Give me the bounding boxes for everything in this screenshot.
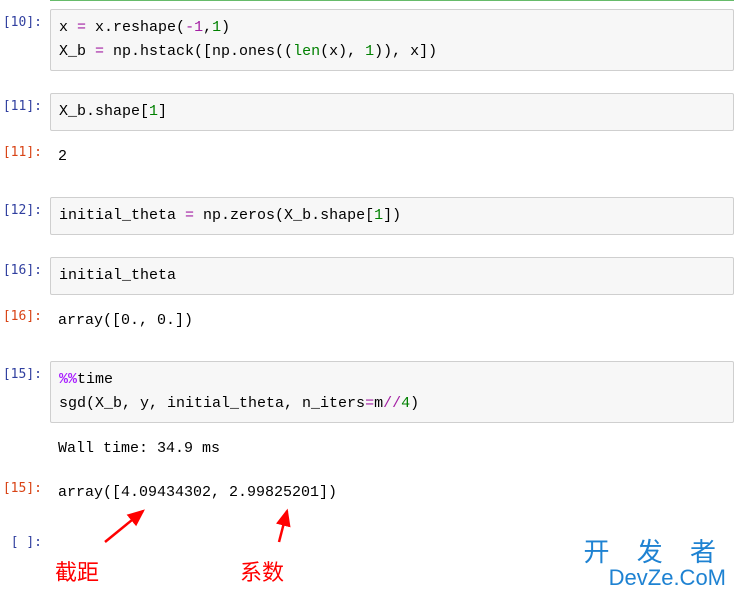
code-input-11[interactable]: X_b.shape[1] (50, 93, 734, 131)
code-input-16[interactable]: initial_theta (50, 257, 734, 295)
code-cell-10: [10]: x = x.reshape(-1,1) X_b = np.hstac… (0, 5, 734, 75)
annotation-coef: 系数 (240, 555, 284, 587)
annotation-intercept: 截距 (55, 555, 99, 587)
output-cell-16: [16]: array([0., 0.]) (0, 299, 734, 343)
code-input-12[interactable]: initial_theta = np.zeros(X_b.shape[1]) (50, 197, 734, 235)
in-prompt-11: [11]: (0, 93, 50, 114)
out-prompt-15: [15]: (0, 475, 50, 496)
in-prompt-15: [15]: (0, 361, 50, 382)
code-cell-16: [16]: initial_theta (0, 253, 734, 299)
wall-time-15: Wall time: 34.9 ms (50, 431, 734, 467)
annotation-layer: 截距 系数 [ ]: 开 发 者 DevZe.CoM (0, 515, 734, 595)
in-prompt-empty: [ ]: (0, 529, 50, 550)
in-prompt-16: [16]: (0, 257, 50, 278)
output-text-16: array([0., 0.]) (50, 303, 734, 339)
code-cell-12: [12]: initial_theta = np.zeros(X_b.shape… (0, 193, 734, 239)
watermark-en: DevZe.CoM (584, 566, 726, 589)
out-prompt-16: [16]: (0, 303, 50, 324)
output-text-15: array([4.09434302, 2.99825201]) (50, 475, 734, 511)
output-text-11: 2 (50, 139, 734, 175)
out-prompt-11: [11]: (0, 139, 50, 160)
code-input-15[interactable]: %%time sgd(X_b, y, initial_theta, n_iter… (50, 361, 734, 423)
in-prompt-12: [12]: (0, 197, 50, 218)
stdout-cell-15: Wall time: 34.9 ms (0, 427, 734, 471)
code-cell-15: [15]: %%time sgd(X_b, y, initial_theta, … (0, 357, 734, 427)
in-prompt-10: [10]: (0, 9, 50, 30)
code-cell-11: [11]: X_b.shape[1] (0, 89, 734, 135)
code-input-10[interactable]: x = x.reshape(-1,1) X_b = np.hstack([np.… (50, 9, 734, 71)
code-cell-empty: [ ]: (0, 525, 734, 554)
output-cell-11: [11]: 2 (0, 135, 734, 179)
